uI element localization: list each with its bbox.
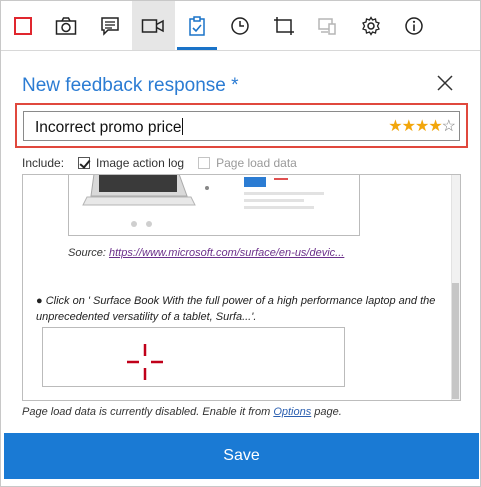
star-icon[interactable]: ★	[402, 118, 416, 135]
gear-icon	[361, 15, 380, 36]
clock-icon	[231, 16, 249, 35]
image-action-log-checkbox[interactable]	[78, 157, 91, 169]
stop-record-icon	[13, 16, 32, 35]
toolbar	[1, 1, 480, 51]
page-load-note: Page load data is currently disabled. En…	[22, 406, 342, 418]
options-link[interactable]: Options	[273, 406, 311, 418]
click-target-icon	[127, 344, 163, 380]
source-line: Source: https://www.microsoft.com/surfac…	[68, 247, 344, 259]
step-screenshot-thumbnail	[42, 327, 345, 387]
laptop-image	[69, 175, 359, 235]
star-icon[interactable]: ★	[388, 118, 402, 135]
close-icon	[437, 75, 453, 91]
video-camera-icon	[142, 18, 164, 33]
note-button[interactable]	[88, 1, 132, 50]
info-icon	[405, 16, 423, 35]
feedback-tab-button[interactable]	[175, 1, 219, 50]
note-suffix: page.	[311, 406, 342, 418]
stop-record-button[interactable]	[1, 1, 45, 50]
text-caret	[182, 118, 184, 135]
device-icon	[318, 17, 336, 35]
crop-icon	[273, 16, 294, 35]
timeline-button[interactable]	[219, 1, 263, 50]
note-prefix: Page load data is currently disabled. En…	[22, 406, 274, 418]
info-button[interactable]	[393, 1, 437, 50]
record-video-button[interactable]	[131, 1, 175, 50]
star-empty-icon[interactable]: ☆	[442, 118, 456, 135]
screenshot-button[interactable]	[45, 1, 89, 50]
image-action-log-label: Image action log	[96, 156, 185, 170]
feedback-title-input[interactable]: Incorrect promo price ★★★★☆	[23, 111, 460, 141]
action-log-preview[interactable]: Source: https://www.microsoft.com/surfac…	[22, 174, 461, 401]
star-icon[interactable]: ★	[415, 118, 429, 135]
page-load-data-option: Page load data	[198, 156, 297, 170]
close-button[interactable]	[435, 73, 455, 93]
page-load-data-checkbox	[198, 157, 211, 169]
star-rating[interactable]: ★★★★☆	[388, 116, 456, 136]
crop-button[interactable]	[262, 1, 306, 50]
scrollbar-thumb[interactable]	[452, 283, 459, 399]
dialog-title: New feedback response *	[22, 75, 239, 96]
feedback-title-value: Incorrect promo price	[35, 119, 182, 136]
image-action-log-option[interactable]: Image action log	[78, 156, 184, 170]
star-icon[interactable]: ★	[428, 118, 442, 135]
settings-button[interactable]	[349, 1, 393, 50]
action-step-text: ● Click on ' Surface Book With the full …	[36, 295, 436, 323]
comment-icon	[101, 16, 119, 36]
include-row: Include: Image action log Page load data	[22, 156, 297, 170]
device-button	[306, 1, 350, 50]
source-link[interactable]: https://www.microsoft.com/surface/en-us/…	[109, 247, 344, 259]
camera-icon	[56, 16, 77, 35]
page-screenshot-thumbnail	[68, 175, 360, 236]
preview-scrollbar[interactable]	[451, 175, 460, 400]
page-load-data-label: Page load data	[216, 156, 297, 170]
feedback-panel: New feedback response * Incorrect promo …	[0, 0, 481, 487]
save-button[interactable]: Save	[4, 433, 479, 479]
clipboard-check-icon	[189, 15, 205, 36]
source-label: Source:	[68, 247, 106, 259]
include-label: Include:	[22, 156, 65, 170]
